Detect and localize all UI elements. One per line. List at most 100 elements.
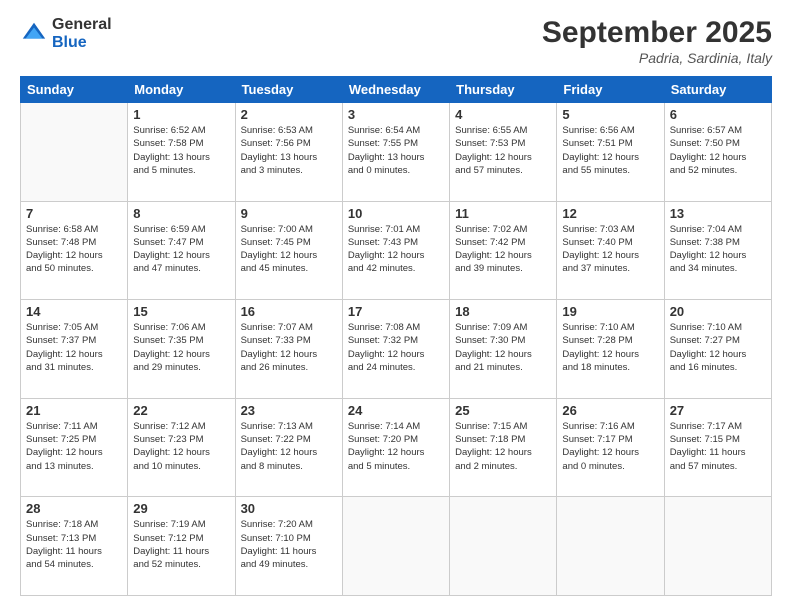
day-info: Sunrise: 7:20 AMSunset: 7:10 PMDaylight:… (241, 518, 337, 571)
day-number: 4 (455, 107, 551, 122)
calendar-table: Sunday Monday Tuesday Wednesday Thursday… (20, 76, 772, 596)
day-cell (21, 103, 128, 202)
day-number: 9 (241, 206, 337, 221)
day-cell: 21Sunrise: 7:11 AMSunset: 7:25 PMDayligh… (21, 398, 128, 497)
day-cell: 25 Sunrise: 7:15 AMSunset: 7:18 PMDayligh… (450, 398, 557, 497)
day-info: Sunrise: 7:14 AMSunset: 7:20 PMDaylight:… (348, 420, 444, 473)
col-sunday: Sunday (21, 77, 128, 103)
day-cell: 3Sunrise: 6:54 AMSunset: 7:55 PMDaylight… (342, 103, 449, 202)
day-cell: 6 Sunrise: 6:57 AMSunset: 7:50 PMDaylight… (664, 103, 771, 202)
day-cell (557, 497, 664, 596)
week-row-1: 1 Sunrise: 6:52 AMSunset: 7:58 PMDaylight… (21, 103, 772, 202)
day-number: 11 (455, 206, 551, 221)
header: General Blue September 2025 Padria, Sard… (20, 16, 772, 66)
day-cell: 30 Sunrise: 7:20 AMSunset: 7:10 PMDayligh… (235, 497, 342, 596)
day-info: Sunrise: 6:58 AMSunset: 7:48 PMDaylight:… (26, 223, 122, 276)
day-info: Sunrise: 7:12 AMSunset: 7:23 PMDaylight:… (133, 420, 229, 473)
day-cell: 19 Sunrise: 7:10 AMSunset: 7:28 PMDayligh… (557, 300, 664, 399)
day-cell (342, 497, 449, 596)
day-number: 18 (455, 304, 551, 319)
day-info: Sunrise: 7:17 AMSunset: 7:15 PMDaylight:… (670, 420, 766, 473)
day-cell: 7Sunrise: 6:58 AMSunset: 7:48 PMDaylight… (21, 201, 128, 300)
day-cell: 15 Sunrise: 7:06 AMSunset: 7:35 PMDayligh… (128, 300, 235, 399)
day-cell: 4 Sunrise: 6:55 AMSunset: 7:53 PMDaylight… (450, 103, 557, 202)
day-cell: 12 Sunrise: 7:03 AMSunset: 7:40 PMDayligh… (557, 201, 664, 300)
location: Padria, Sardinia, Italy (542, 50, 772, 66)
week-row-5: 28Sunrise: 7:18 AMSunset: 7:13 PMDayligh… (21, 497, 772, 596)
day-info: Sunrise: 6:54 AMSunset: 7:55 PMDaylight:… (348, 124, 444, 177)
day-info: Sunrise: 7:11 AMSunset: 7:25 PMDaylight:… (26, 420, 122, 473)
day-info: Sunrise: 7:13 AMSunset: 7:22 PMDaylight:… (241, 420, 337, 473)
day-number: 17 (348, 304, 444, 319)
logo-icon (20, 20, 48, 48)
day-cell: 16 Sunrise: 7:07 AMSunset: 7:33 PMDayligh… (235, 300, 342, 399)
day-number: 27 (670, 403, 766, 418)
day-number: 6 (670, 107, 766, 122)
day-info: Sunrise: 7:05 AMSunset: 7:37 PMDaylight:… (26, 321, 122, 374)
day-info: Sunrise: 7:18 AMSunset: 7:13 PMDaylight:… (26, 518, 122, 571)
day-number: 26 (562, 403, 658, 418)
day-info: Sunrise: 7:15 AMSunset: 7:18 PMDaylight:… (455, 420, 551, 473)
day-cell: 13Sunrise: 7:04 AMSunset: 7:38 PMDayligh… (664, 201, 771, 300)
day-cell: 5 Sunrise: 6:56 AMSunset: 7:51 PMDaylight… (557, 103, 664, 202)
logo: General Blue (20, 16, 112, 52)
day-number: 25 (455, 403, 551, 418)
day-cell: 24Sunrise: 7:14 AMSunset: 7:20 PMDayligh… (342, 398, 449, 497)
col-friday: Friday (557, 77, 664, 103)
day-number: 2 (241, 107, 337, 122)
day-number: 23 (241, 403, 337, 418)
day-info: Sunrise: 6:57 AMSunset: 7:50 PMDaylight:… (670, 124, 766, 177)
day-cell: 29Sunrise: 7:19 AMSunset: 7:12 PMDayligh… (128, 497, 235, 596)
week-row-4: 21Sunrise: 7:11 AMSunset: 7:25 PMDayligh… (21, 398, 772, 497)
day-cell: 27 Sunrise: 7:17 AMSunset: 7:15 PMDayligh… (664, 398, 771, 497)
day-info: Sunrise: 6:56 AMSunset: 7:51 PMDaylight:… (562, 124, 658, 177)
week-row-3: 14Sunrise: 7:05 AMSunset: 7:37 PMDayligh… (21, 300, 772, 399)
day-number: 19 (562, 304, 658, 319)
day-info: Sunrise: 7:10 AMSunset: 7:27 PMDaylight:… (670, 321, 766, 374)
day-info: Sunrise: 6:52 AMSunset: 7:58 PMDaylight:… (133, 124, 229, 177)
day-cell: 17 Sunrise: 7:08 AMSunset: 7:32 PMDayligh… (342, 300, 449, 399)
day-info: Sunrise: 7:00 AMSunset: 7:45 PMDaylight:… (241, 223, 337, 276)
title-block: September 2025 Padria, Sardinia, Italy (542, 16, 772, 66)
day-info: Sunrise: 7:10 AMSunset: 7:28 PMDaylight:… (562, 321, 658, 374)
calendar-header-row: Sunday Monday Tuesday Wednesday Thursday… (21, 77, 772, 103)
day-cell: 26 Sunrise: 7:16 AMSunset: 7:17 PMDayligh… (557, 398, 664, 497)
day-number: 8 (133, 206, 229, 221)
day-cell: 20 Sunrise: 7:10 AMSunset: 7:27 PMDayligh… (664, 300, 771, 399)
day-number: 15 (133, 304, 229, 319)
day-info: Sunrise: 7:02 AMSunset: 7:42 PMDaylight:… (455, 223, 551, 276)
day-cell: 23 Sunrise: 7:13 AMSunset: 7:22 PMDayligh… (235, 398, 342, 497)
day-info: Sunrise: 7:16 AMSunset: 7:17 PMDaylight:… (562, 420, 658, 473)
day-info: Sunrise: 7:07 AMSunset: 7:33 PMDaylight:… (241, 321, 337, 374)
day-info: Sunrise: 7:09 AMSunset: 7:30 PMDaylight:… (455, 321, 551, 374)
day-info: Sunrise: 7:03 AMSunset: 7:40 PMDaylight:… (562, 223, 658, 276)
day-number: 22 (133, 403, 229, 418)
day-cell: 2 Sunrise: 6:53 AMSunset: 7:56 PMDaylight… (235, 103, 342, 202)
day-number: 12 (562, 206, 658, 221)
day-number: 16 (241, 304, 337, 319)
day-info: Sunrise: 7:08 AMSunset: 7:32 PMDaylight:… (348, 321, 444, 374)
day-number: 13 (670, 206, 766, 221)
day-info: Sunrise: 7:01 AMSunset: 7:43 PMDaylight:… (348, 223, 444, 276)
day-number: 20 (670, 304, 766, 319)
col-monday: Monday (128, 77, 235, 103)
day-number: 29 (133, 501, 229, 516)
day-cell: 1 Sunrise: 6:52 AMSunset: 7:58 PMDaylight… (128, 103, 235, 202)
page: General Blue September 2025 Padria, Sard… (0, 0, 792, 612)
day-info: Sunrise: 6:55 AMSunset: 7:53 PMDaylight:… (455, 124, 551, 177)
month-title: September 2025 (542, 16, 772, 50)
day-cell: 10 Sunrise: 7:01 AMSunset: 7:43 PMDayligh… (342, 201, 449, 300)
day-cell: 28Sunrise: 7:18 AMSunset: 7:13 PMDayligh… (21, 497, 128, 596)
day-cell (450, 497, 557, 596)
day-number: 10 (348, 206, 444, 221)
col-tuesday: Tuesday (235, 77, 342, 103)
day-info: Sunrise: 6:53 AMSunset: 7:56 PMDaylight:… (241, 124, 337, 177)
col-saturday: Saturday (664, 77, 771, 103)
day-cell: 9 Sunrise: 7:00 AMSunset: 7:45 PMDaylight… (235, 201, 342, 300)
day-number: 1 (133, 107, 229, 122)
day-info: Sunrise: 7:06 AMSunset: 7:35 PMDaylight:… (133, 321, 229, 374)
col-thursday: Thursday (450, 77, 557, 103)
day-number: 5 (562, 107, 658, 122)
day-cell: 8Sunrise: 6:59 AMSunset: 7:47 PMDaylight… (128, 201, 235, 300)
day-number: 30 (241, 501, 337, 516)
